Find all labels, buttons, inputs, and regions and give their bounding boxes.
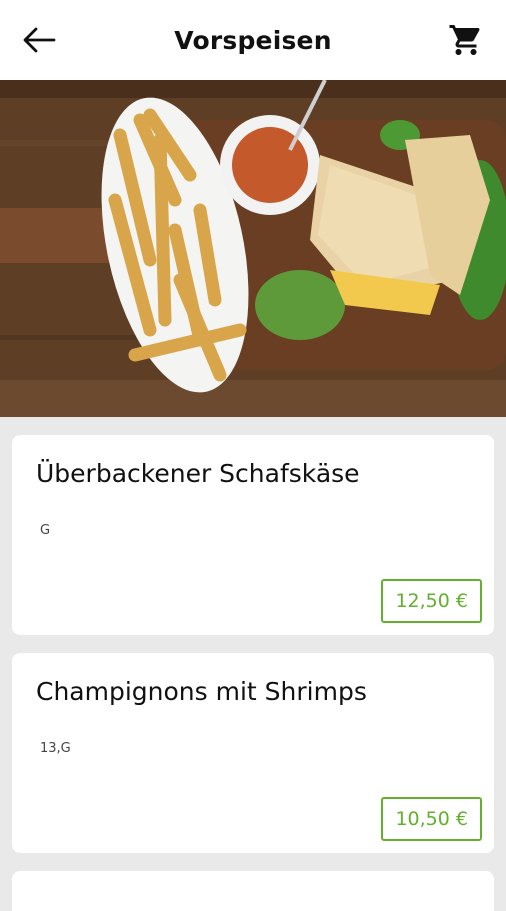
menu-item-card[interactable]: Champignons mit Shrimps 13,G 10,50 €: [12, 653, 494, 853]
menu-item-name: Überbackener Schafskäse: [36, 459, 360, 488]
menu-item-price-button[interactable]: 12,50 €: [381, 579, 482, 623]
category-hero-image: [0, 80, 506, 417]
app-bar: Vorspeisen: [0, 0, 506, 80]
arrow-left-icon[interactable]: [22, 26, 56, 54]
menu-item-allergens: 13,G: [40, 741, 71, 756]
menu-item-name: Champignons mit Shrimps: [36, 677, 367, 706]
menu-item-list: Überbackener Schafskäse G 12,50 € Champi…: [0, 417, 506, 911]
menu-item-card[interactable]: Überbackener Schafskäse G 12,50 €: [12, 435, 494, 635]
menu-item-allergens: G: [40, 523, 51, 538]
page-title: Vorspeisen: [174, 25, 332, 55]
shopping-cart-icon[interactable]: [448, 22, 484, 58]
menu-item-card-partial[interactable]: [12, 871, 494, 911]
menu-item-price-button[interactable]: 10,50 €: [381, 797, 482, 841]
